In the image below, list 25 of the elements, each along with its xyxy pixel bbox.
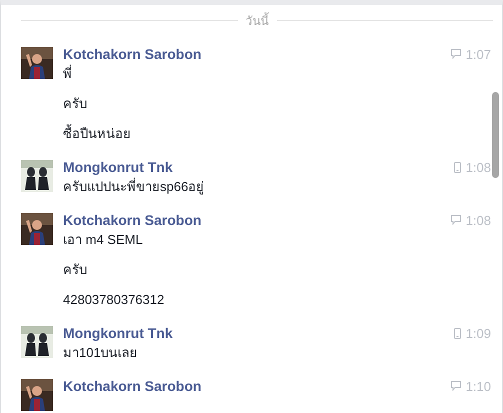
sender-name[interactable]: Kotchakorn Sarobon: [63, 378, 202, 394]
message-text: ครับแปปนะพี่ขายsp66อยู่: [63, 178, 206, 196]
message-text: 42803780376312: [63, 291, 166, 309]
phone-icon: [454, 162, 461, 172]
message-time: 1:09: [466, 326, 491, 340]
message-text: เอา m4 SEML: [63, 231, 144, 249]
message-time: 1:07: [466, 46, 491, 62]
message-text: ครับ: [63, 95, 88, 113]
sender-name[interactable]: Mongkonrut Tnk: [63, 159, 173, 175]
message-time: 1:08: [466, 212, 491, 228]
phone-icon: [454, 328, 461, 338]
chat-bubble-icon: [450, 381, 461, 391]
chat-bubble-icon: [450, 215, 461, 225]
message-text: ครับ: [63, 261, 88, 279]
date-divider-label: วันนี้: [246, 11, 268, 30]
message-text: มา101บนเลย: [63, 344, 139, 362]
message-time: 1:10: [466, 378, 491, 394]
sender-name[interactable]: Mongkonrut Tnk: [63, 325, 173, 341]
scrollbar-thumb[interactable]: [492, 92, 499, 178]
sender-name[interactable]: Kotchakorn Sarobon: [63, 212, 202, 228]
chat-bubble-icon: [450, 49, 461, 59]
message-text: พี่: [63, 65, 73, 83]
message-text: ซื้อปืนหน่อย: [63, 125, 132, 143]
message-time: 1:08: [466, 160, 491, 174]
sender-name[interactable]: Kotchakorn Sarobon: [63, 46, 202, 62]
